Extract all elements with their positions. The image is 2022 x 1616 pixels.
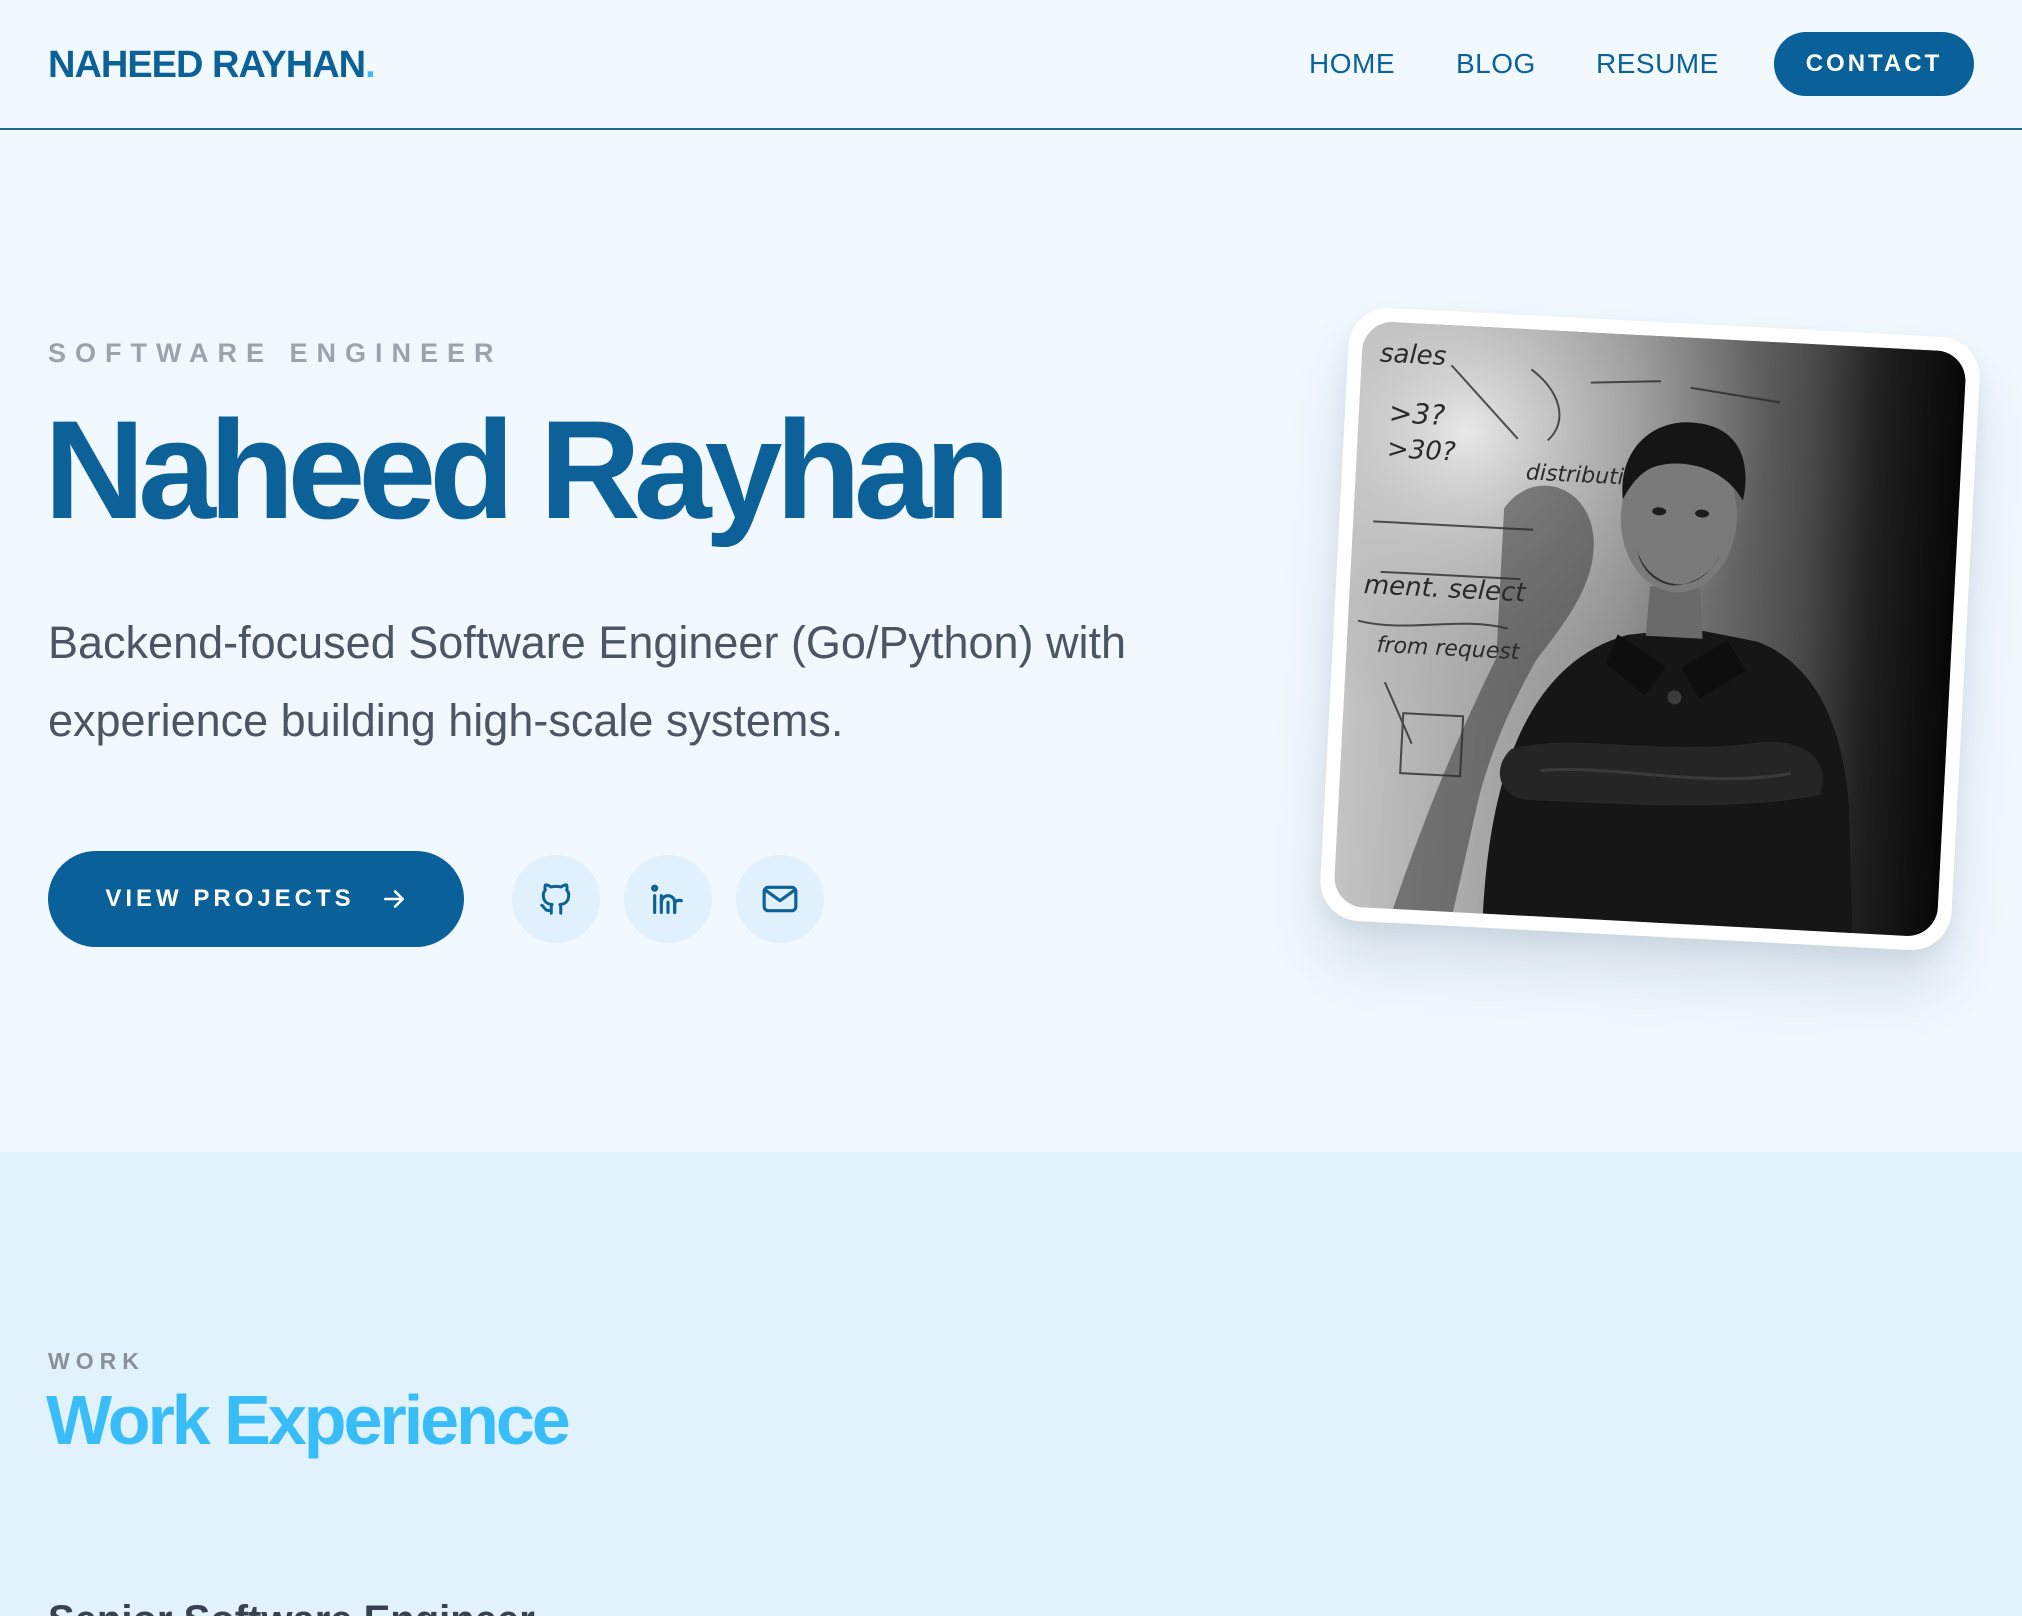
work-experience-title: Work Experience bbox=[46, 1381, 571, 1459]
whiteboard-text-2: >30? bbox=[1386, 434, 1456, 468]
hero-eyebrow: SOFTWARE ENGINEER bbox=[48, 338, 503, 368]
whiteboard-photo-illustration: sales >3? >30? distribution ment. select… bbox=[1333, 320, 1967, 938]
whiteboard-text-sales: sales bbox=[1379, 339, 1447, 372]
view-projects-label: VIEW PROJECTS bbox=[105, 885, 355, 912]
github-button[interactable] bbox=[512, 855, 600, 943]
page: NAHEED RAYHAN. HOME BLOG RESUME CONTACT … bbox=[0, 0, 2022, 1616]
brand-logo[interactable]: NAHEED RAYHAN. bbox=[48, 44, 376, 87]
brand-name: NAHEED RAYHAN bbox=[48, 44, 366, 86]
view-projects-button[interactable]: VIEW PROJECTS bbox=[48, 851, 464, 947]
contact-button[interactable]: CONTACT bbox=[1774, 32, 1974, 96]
profile-photo: sales >3? >30? distribution ment. select… bbox=[1333, 320, 1967, 938]
nav-link-resume[interactable]: RESUME bbox=[1596, 48, 1719, 80]
profile-photo-card: sales >3? >30? distribution ment. select… bbox=[1318, 305, 1982, 953]
github-icon bbox=[540, 883, 571, 915]
mail-icon bbox=[762, 885, 798, 913]
nav-link-home[interactable]: HOME bbox=[1309, 48, 1395, 80]
email-button[interactable] bbox=[736, 855, 824, 943]
job-title: Senior Software Engineer bbox=[48, 1598, 535, 1616]
top-navbar: NAHEED RAYHAN. HOME BLOG RESUME CONTACT bbox=[0, 0, 2022, 130]
nav-link-blog[interactable]: BLOG bbox=[1456, 48, 1536, 80]
hero-subtitle: Backend-focused Software Engineer (Go/Py… bbox=[48, 617, 1127, 746]
whiteboard-text-1: >3? bbox=[1388, 396, 1446, 432]
work-eyebrow: WORK bbox=[48, 1348, 145, 1374]
hero-title: Naheed Rayhan bbox=[44, 391, 1010, 548]
arrow-right-icon bbox=[383, 890, 404, 908]
linkedin-icon bbox=[651, 884, 683, 914]
brand-dot: . bbox=[365, 44, 376, 86]
linkedin-button[interactable] bbox=[624, 855, 712, 943]
